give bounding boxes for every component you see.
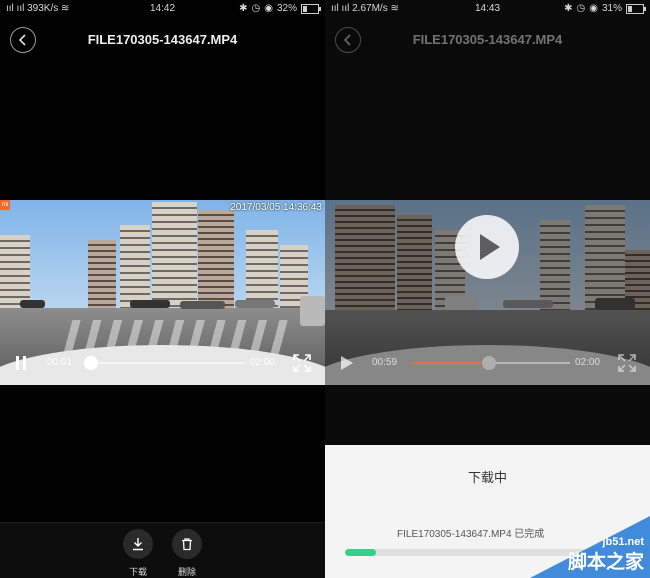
play-button[interactable] xyxy=(455,215,519,279)
seek-bar[interactable] xyxy=(411,356,570,370)
video-player[interactable]: mi 2017/03/05 14:36:43 00:01 02:00 xyxy=(0,200,325,385)
download-button[interactable]: 下载 xyxy=(118,529,158,578)
fullscreen-icon[interactable] xyxy=(293,354,311,372)
dialog-title: 下载中 xyxy=(467,470,507,485)
location-icon: ◉ xyxy=(589,3,598,14)
delete-label: 删除 xyxy=(177,567,196,577)
page-title: FILE170305-143647.MP4 xyxy=(87,32,238,47)
battery-text: 31% xyxy=(601,3,622,14)
current-time: 00:01 xyxy=(47,357,73,368)
alarm-icon: ◷ xyxy=(576,3,586,14)
status-bar: ııl ııl 393K/s ≋ 14:42 ✱ ◷ ◉ 32% xyxy=(0,0,325,18)
bluetooth-icon: ✱ xyxy=(564,3,573,14)
playback-controls: 00:59 02:00 xyxy=(325,353,650,373)
trash-icon xyxy=(182,538,192,551)
battery-icon xyxy=(301,4,321,14)
seek-bar[interactable] xyxy=(83,356,245,370)
download-file-status: FILE170305-143647.MP4 已完成 xyxy=(397,529,545,540)
delete-button[interactable]: 删除 xyxy=(167,529,207,578)
alarm-icon: ◷ xyxy=(251,3,261,14)
title-bar: FILE170305-143647.MP4 xyxy=(325,26,650,56)
seek-handle[interactable] xyxy=(481,356,496,370)
location-icon: ◉ xyxy=(264,3,273,14)
fullscreen-icon[interactable] xyxy=(618,354,636,372)
play-icon[interactable] xyxy=(341,356,353,370)
left-screen: ııl ııl 393K/s ≋ 14:42 ✱ ◷ ◉ 32% FILE170… xyxy=(0,0,325,578)
right-screen: ııl ııl 2.67M/s ≋ 14:43 ✱ ◷ ◉ 31% FILE17… xyxy=(325,0,650,578)
video-timestamp: 2017/03/05 14:36:43 xyxy=(230,202,322,213)
bluetooth-icon: ✱ xyxy=(239,3,248,14)
battery-text: 32% xyxy=(276,3,297,14)
download-icon xyxy=(133,538,143,551)
watermark: jb51.net 脚本之家 xyxy=(530,516,650,578)
playback-controls: 00:01 02:00 xyxy=(0,353,325,373)
battery-icon xyxy=(626,4,646,14)
seek-handle[interactable] xyxy=(83,356,98,370)
current-time: 00:59 xyxy=(372,357,398,368)
watermark-text: 脚本之家 xyxy=(567,552,644,573)
pause-icon[interactable] xyxy=(15,356,27,370)
status-bar: ııl ııl 2.67M/s ≋ 14:43 ✱ ◷ ◉ 31% xyxy=(325,0,650,18)
download-label: 下载 xyxy=(128,567,147,577)
page-title: FILE170305-143647.MP4 xyxy=(412,32,563,47)
title-bar: FILE170305-143647.MP4 xyxy=(0,26,325,56)
duration: 02:00 xyxy=(249,357,275,368)
action-bar: 下载 删除 xyxy=(0,522,325,578)
mi-logo: mi xyxy=(0,200,10,210)
duration: 02:00 xyxy=(574,357,600,368)
